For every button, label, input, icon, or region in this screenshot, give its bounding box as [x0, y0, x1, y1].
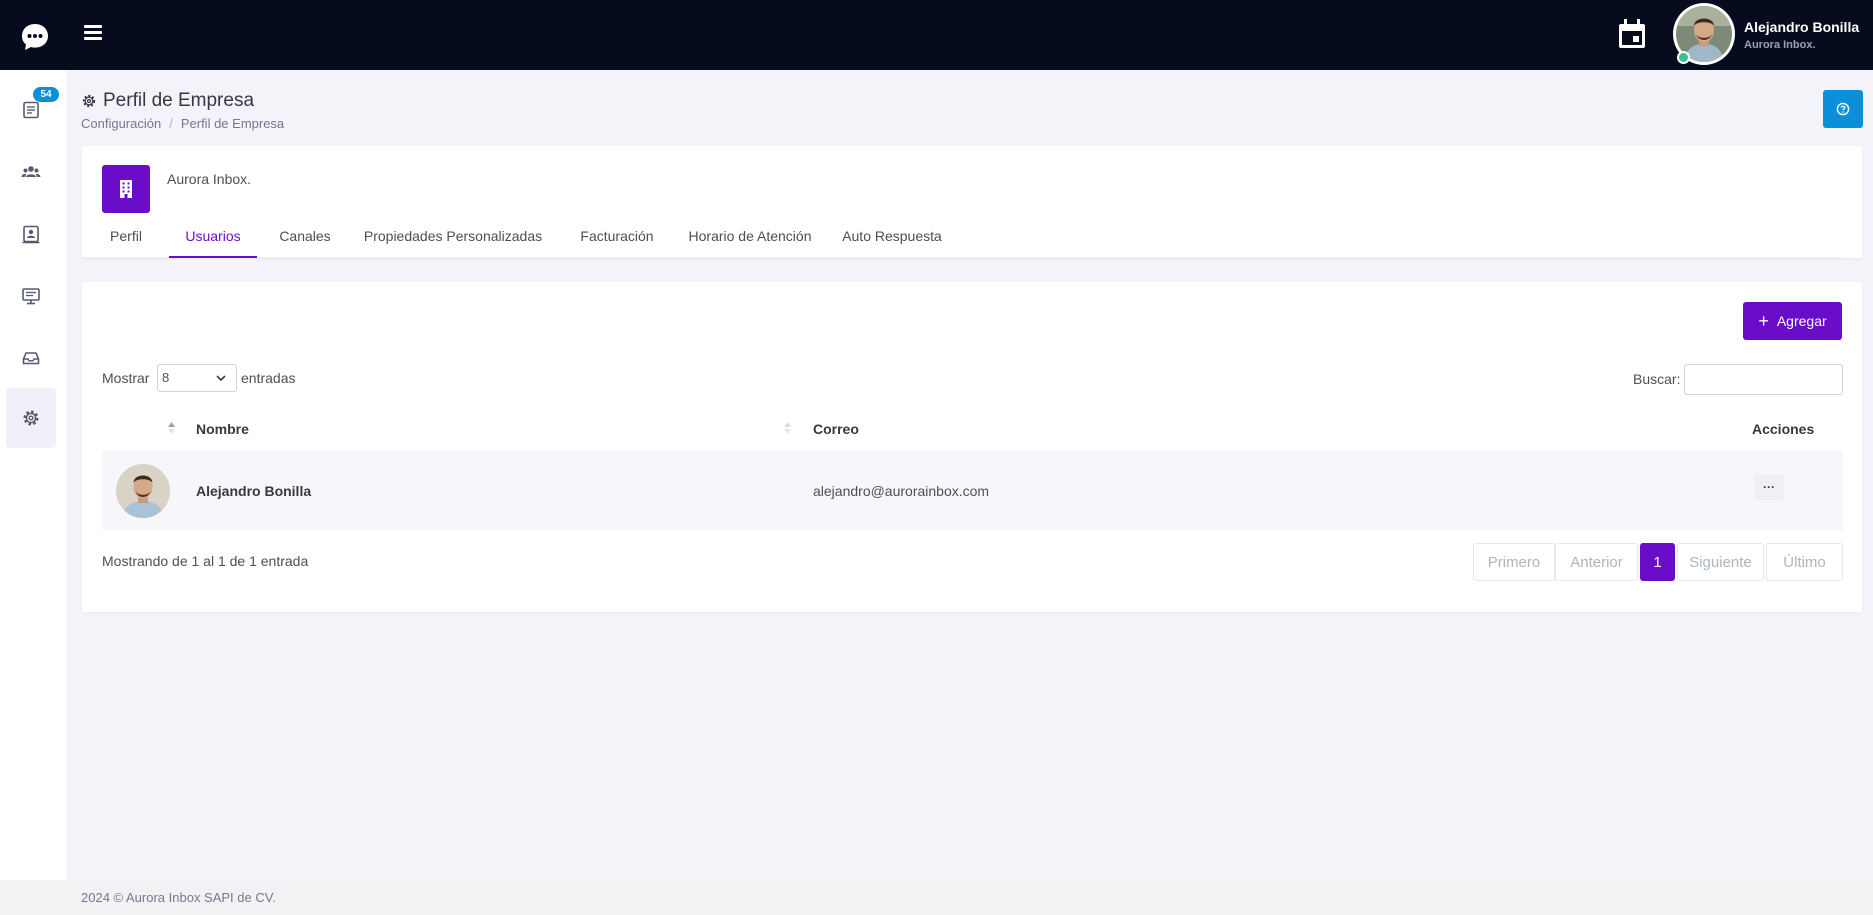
column-header-actions: Acciones	[1752, 421, 1815, 437]
user-name[interactable]: Alejandro Bonilla	[1744, 19, 1859, 35]
hamburger-icon[interactable]	[84, 25, 102, 43]
conversations-count-badge: 54	[33, 87, 59, 102]
help-button[interactable]	[1823, 90, 1863, 128]
users-group-icon	[21, 166, 41, 177]
gear-icon	[23, 410, 39, 426]
tab-propiedades-personalizadas[interactable]: Propiedades Personalizadas	[353, 218, 553, 258]
topbar: Alejandro Bonilla Aurora Inbox.	[0, 0, 1873, 70]
search-label: Buscar:	[1633, 371, 1681, 387]
gear-icon	[82, 94, 96, 108]
company-card: Aurora Inbox. Perfil Usuarios Canales Pr…	[82, 146, 1862, 258]
tab-perfil[interactable]: Perfil	[98, 218, 154, 258]
add-user-label: Agregar	[1776, 313, 1827, 329]
add-user-button[interactable]: + Agregar	[1743, 302, 1842, 340]
tab-facturacion[interactable]: Facturación	[566, 218, 668, 258]
entries-label: entradas	[241, 370, 296, 386]
help-circle-icon	[1836, 102, 1850, 116]
avatar	[116, 464, 170, 518]
column-header-name[interactable]: Nombre	[196, 421, 249, 437]
footer: 2024 © Aurora Inbox SAPI de CV.	[0, 880, 1873, 915]
plus-icon: +	[1758, 311, 1769, 331]
contacts-icon	[22, 225, 40, 244]
tab-auto-respuesta[interactable]: Auto Respuesta	[832, 218, 952, 258]
column-header-email[interactable]: Correo	[813, 421, 859, 437]
page-title-text: Perfil de Empresa	[103, 90, 255, 111]
footer-copyright: 2024 © Aurora Inbox SAPI de CV.	[81, 890, 276, 905]
breadcrumb: Configuración / Perfil de Empresa	[81, 116, 284, 131]
monitor-icon	[22, 288, 40, 305]
profile-tabs: Perfil Usuarios Canales Propiedades Pers…	[82, 218, 1842, 258]
online-status-dot	[1677, 51, 1690, 64]
table-row[interactable]: Alejandro Bonilla alejandro@aurorainbox.…	[102, 451, 1843, 530]
page-title: Perfil de Empresa	[81, 90, 254, 112]
user-email-cell: alejandro@aurorainbox.com	[813, 483, 990, 499]
pagination-first[interactable]: Primero	[1473, 543, 1555, 581]
users-card: + Agregar Mostrar 8 entradas Buscar: Nom…	[82, 282, 1862, 612]
chevron-down-icon	[216, 375, 226, 382]
sidebar-item-users[interactable]	[6, 142, 56, 202]
sidebar-item-monitor[interactable]	[6, 266, 56, 326]
page-size-select[interactable]: 8	[157, 364, 237, 392]
chat-bubble-icon[interactable]	[20, 22, 50, 52]
company-name: Aurora Inbox.	[167, 171, 252, 187]
pagination-last[interactable]: Último	[1766, 543, 1843, 581]
sidebar-item-contacts[interactable]	[6, 204, 56, 264]
sort-name-icon[interactable]	[783, 421, 792, 435]
tab-canales[interactable]: Canales	[270, 218, 340, 258]
search-input[interactable]	[1684, 364, 1843, 395]
show-entries-label: Mostrar	[102, 370, 150, 386]
breadcrumb-item-current: Perfil de Empresa	[180, 116, 285, 131]
pagination-page-1[interactable]: 1	[1640, 543, 1675, 581]
row-actions-button[interactable]: ···	[1754, 474, 1784, 500]
page-size-value: 8	[162, 370, 170, 385]
building-icon	[102, 165, 150, 213]
inbox-icon	[22, 352, 40, 365]
calendar-icon[interactable]	[1617, 18, 1647, 50]
breadcrumb-separator: /	[169, 116, 173, 131]
conversations-icon	[23, 101, 39, 119]
table-info: Mostrando de 1 al 1 de 1 entrada	[102, 553, 309, 569]
sidebar	[0, 70, 66, 880]
tab-usuarios[interactable]: Usuarios	[169, 218, 257, 258]
sidebar-item-settings[interactable]	[6, 388, 56, 448]
pagination-next[interactable]: Siguiente	[1677, 543, 1764, 581]
tab-horario-de-atencion[interactable]: Horario de Atención	[675, 218, 825, 258]
breadcrumb-item-configuracion[interactable]: Configuración	[81, 116, 161, 131]
sidebar-item-inbox[interactable]	[6, 328, 56, 388]
sort-toggle-avatar-icon[interactable]	[167, 421, 176, 435]
user-organization: Aurora Inbox.	[1744, 39, 1816, 51]
user-name-cell: Alejandro Bonilla	[196, 483, 312, 499]
pagination-previous[interactable]: Anterior	[1555, 543, 1638, 581]
